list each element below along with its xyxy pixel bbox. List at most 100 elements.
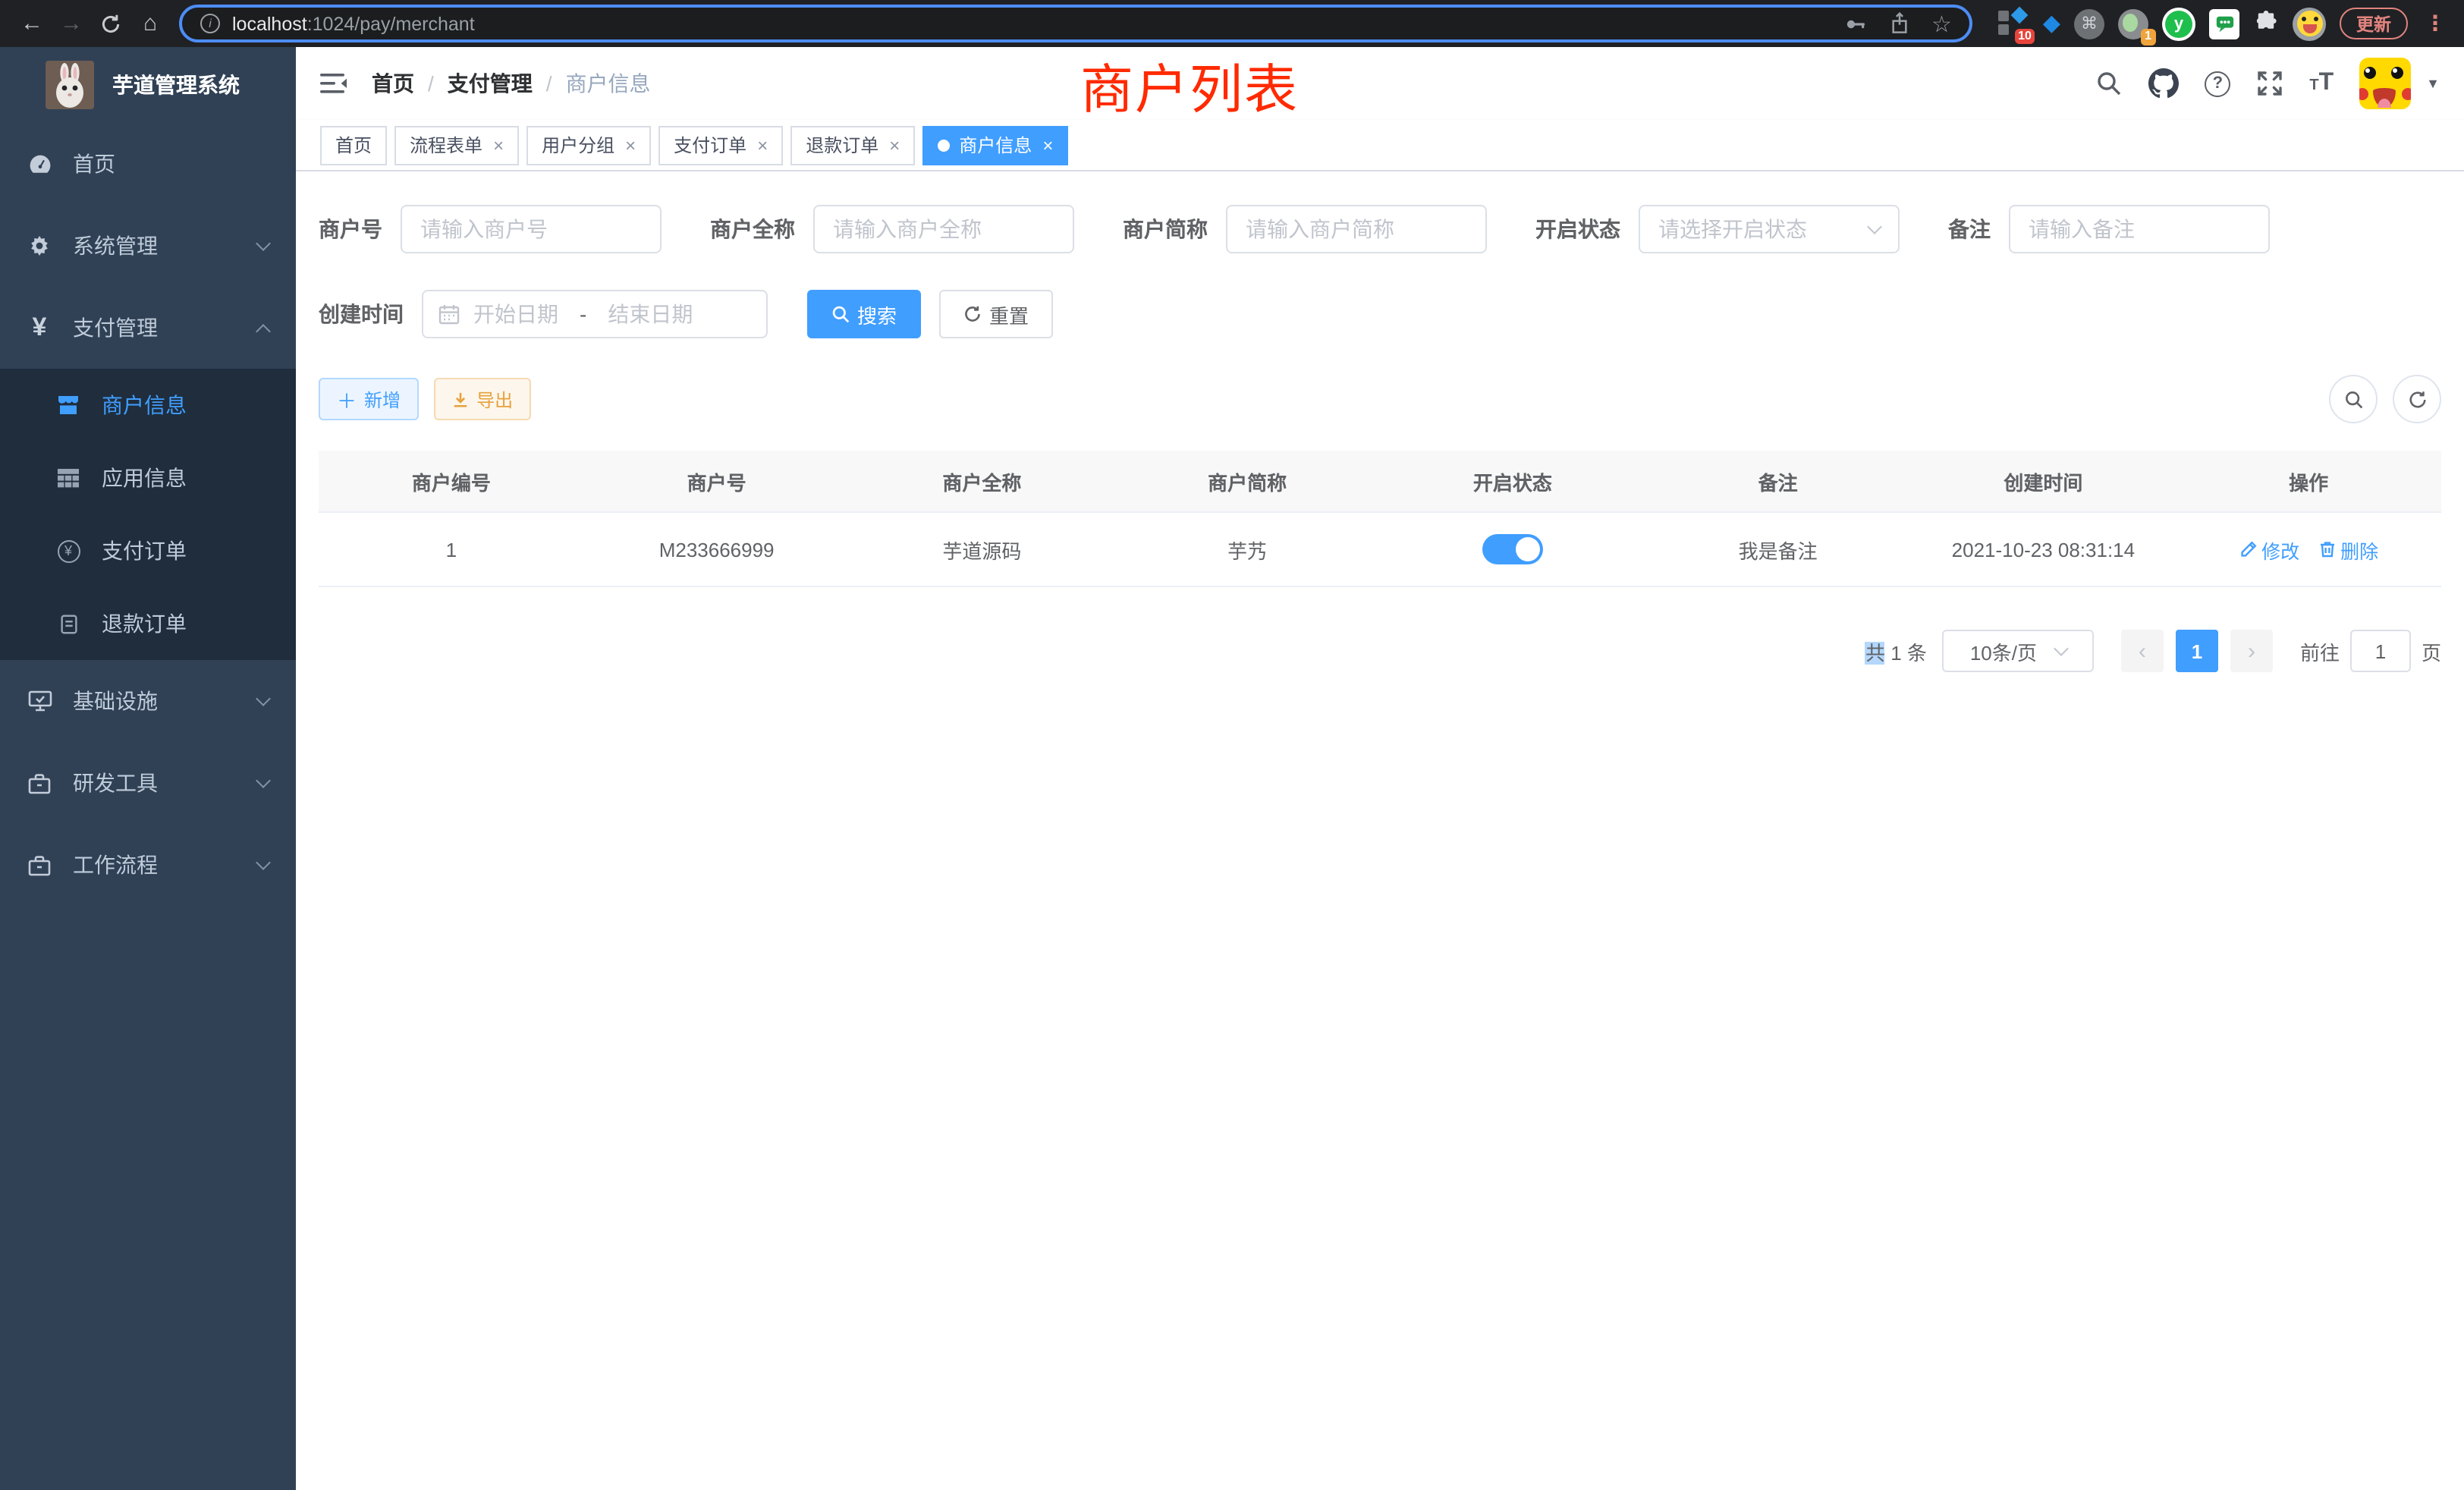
breadcrumb-home[interactable]: 首页 xyxy=(372,68,414,99)
font-size-icon[interactable]: TT xyxy=(2309,70,2334,97)
yen-circle-icon: ¥ xyxy=(56,539,80,562)
sidebar-item-dev-tools[interactable]: 研发工具 xyxy=(0,742,296,824)
browser-profile-avatar[interactable] xyxy=(2293,7,2326,40)
browser-forward-icon[interactable]: → xyxy=(55,7,88,40)
remark-input[interactable] xyxy=(2009,205,2270,253)
tab-pay-order[interactable]: 支付订单× xyxy=(658,125,783,165)
page-size-select[interactable]: 10条/页 xyxy=(1942,630,2094,672)
cell-merchant-id: 1 xyxy=(319,513,584,586)
goto-page-input[interactable]: 1 xyxy=(2350,630,2411,672)
sidebar-item-label: 支付管理 xyxy=(73,313,258,343)
merchant-name-input[interactable] xyxy=(813,205,1074,253)
reset-button[interactable]: 重置 xyxy=(939,290,1053,338)
cell-full-name: 芋道源码 xyxy=(850,513,1115,586)
app-title: 芋道管理系统 xyxy=(112,70,240,100)
sidebar-item-infrastructure[interactable]: 基础设施 xyxy=(0,660,296,742)
close-icon[interactable]: × xyxy=(625,134,636,156)
edit-pencil-icon xyxy=(2239,540,2257,558)
sidebar-collapse-icon[interactable] xyxy=(320,71,347,96)
prev-page-button[interactable]: ‹ xyxy=(2121,630,2164,672)
grid-icon xyxy=(56,467,80,489)
sidebar-subitem-refund-order[interactable]: 退款订单 xyxy=(0,587,296,660)
fullscreen-icon[interactable] xyxy=(2256,70,2283,97)
sidebar-subitem-label: 商户信息 xyxy=(102,390,187,420)
refresh-table-button[interactable] xyxy=(2393,375,2441,423)
header-search-icon[interactable] xyxy=(2095,70,2123,97)
storefront-icon xyxy=(56,393,80,417)
active-tab-dot xyxy=(938,139,950,151)
sidebar-logo[interactable]: 芋道管理系统 xyxy=(0,47,296,123)
extension-command-icon[interactable]: ⌘ xyxy=(2074,8,2104,39)
breadcrumb-payment[interactable]: 支付管理 xyxy=(448,68,533,99)
extension-badge: 10 xyxy=(2014,28,2035,43)
merchant-no-input[interactable] xyxy=(401,205,662,253)
export-button[interactable]: 导出 xyxy=(434,378,531,420)
password-key-icon[interactable] xyxy=(1843,11,1868,36)
extensions-puzzle-icon[interactable] xyxy=(2253,11,2279,36)
sidebar-item-label: 研发工具 xyxy=(73,768,258,798)
tab-home[interactable]: 首页 xyxy=(320,125,387,165)
site-info-icon[interactable]: i xyxy=(200,14,220,33)
gear-icon xyxy=(26,234,53,258)
browser-home-icon[interactable]: ⌂ xyxy=(134,7,167,40)
merchant-table: 商户编号 商户号 商户全称 商户简称 开启状态 备注 创建时间 操作 1 M23… xyxy=(319,451,2441,587)
tab-process-form[interactable]: 流程表单× xyxy=(394,125,519,165)
sidebar-item-payment[interactable]: ¥ 支付管理 xyxy=(0,287,296,369)
close-icon[interactable]: × xyxy=(1042,134,1053,156)
share-icon[interactable] xyxy=(1889,12,1910,35)
add-button[interactable]: ＋ 新增 xyxy=(319,378,419,420)
close-icon[interactable]: × xyxy=(889,134,900,156)
close-icon[interactable]: × xyxy=(493,134,504,156)
extension-chat-icon[interactable] xyxy=(2209,8,2239,39)
extension-widget-icon[interactable]: 10 xyxy=(1999,8,2029,39)
help-icon[interactable]: ? xyxy=(2205,71,2230,96)
browser-chrome: ← → ⌂ i localhost:1024/pay/merchant ☆ xyxy=(0,0,2464,47)
status-select[interactable]: 请选择开启状态 xyxy=(1639,205,1900,253)
current-page-button[interactable]: 1 xyxy=(2176,630,2218,672)
url-bar[interactable]: i localhost:1024/pay/merchant ☆ xyxy=(179,5,1973,42)
create-time-label: 创建时间 xyxy=(319,299,404,329)
browser-menu-icon[interactable]: ⋮ xyxy=(2422,11,2449,36)
toolbox-icon xyxy=(26,772,53,794)
sidebar-item-system[interactable]: 系统管理 xyxy=(0,205,296,287)
sidebar-subitem-app-info[interactable]: 应用信息 xyxy=(0,442,296,514)
close-icon[interactable]: × xyxy=(757,134,768,156)
extension-toolbar: 10 ◆ ⌘ 1 y 更新 ⋮ xyxy=(1985,7,2449,40)
search-icon xyxy=(831,305,850,323)
sidebar-item-workflow[interactable]: 工作流程 xyxy=(0,824,296,906)
extension-gem-icon[interactable]: ◆ xyxy=(2043,12,2060,35)
short-name-input[interactable] xyxy=(1226,205,1487,253)
sidebar-subitem-label: 应用信息 xyxy=(102,463,187,493)
tab-user-group[interactable]: 用户分组× xyxy=(526,125,651,165)
logo-image xyxy=(46,61,94,109)
page-suffix: 页 xyxy=(2422,637,2441,665)
browser-update-button[interactable]: 更新 xyxy=(2340,8,2408,39)
tags-view-bar: 首页 流程表单× 用户分组× 支付订单× 退款订单× 商户信息× xyxy=(296,120,2464,171)
dashboard-icon xyxy=(26,151,53,177)
cell-merchant-no: M233666999 xyxy=(584,513,850,586)
bookmark-star-icon[interactable]: ☆ xyxy=(1931,10,1952,37)
status-toggle[interactable] xyxy=(1482,534,1543,564)
date-range-input[interactable]: 开始日期 - 结束日期 xyxy=(422,290,768,338)
avatar-caret-icon[interactable]: ▼ xyxy=(2426,76,2440,91)
sidebar-item-home[interactable]: 首页 xyxy=(0,123,296,205)
user-avatar[interactable] xyxy=(2359,58,2411,109)
yen-icon: ¥ xyxy=(26,313,53,343)
delete-link[interactable]: 删除 xyxy=(2318,535,2378,564)
next-page-button[interactable]: › xyxy=(2230,630,2273,672)
browser-back-icon[interactable]: ← xyxy=(15,7,49,40)
show-search-toggle-button[interactable] xyxy=(2329,375,2378,423)
sidebar-subitem-pay-order[interactable]: ¥ 支付订单 xyxy=(0,514,296,587)
tab-merchant-info[interactable]: 商户信息× xyxy=(922,125,1068,165)
browser-reload-icon[interactable] xyxy=(94,7,127,40)
tab-refund-order[interactable]: 退款订单× xyxy=(790,125,915,165)
edit-link[interactable]: 修改 xyxy=(2239,535,2299,564)
payment-submenu: 商户信息 应用信息 ¥ 支付订单 xyxy=(0,369,296,660)
download-icon xyxy=(452,391,469,407)
extension-y-icon[interactable]: y xyxy=(2162,7,2195,40)
document-icon xyxy=(56,612,80,635)
github-icon[interactable] xyxy=(2148,68,2179,99)
extension-profile-icon[interactable]: 1 xyxy=(2118,8,2148,39)
sidebar-subitem-merchant-info[interactable]: 商户信息 xyxy=(0,369,296,442)
search-button[interactable]: 搜索 xyxy=(807,290,921,338)
